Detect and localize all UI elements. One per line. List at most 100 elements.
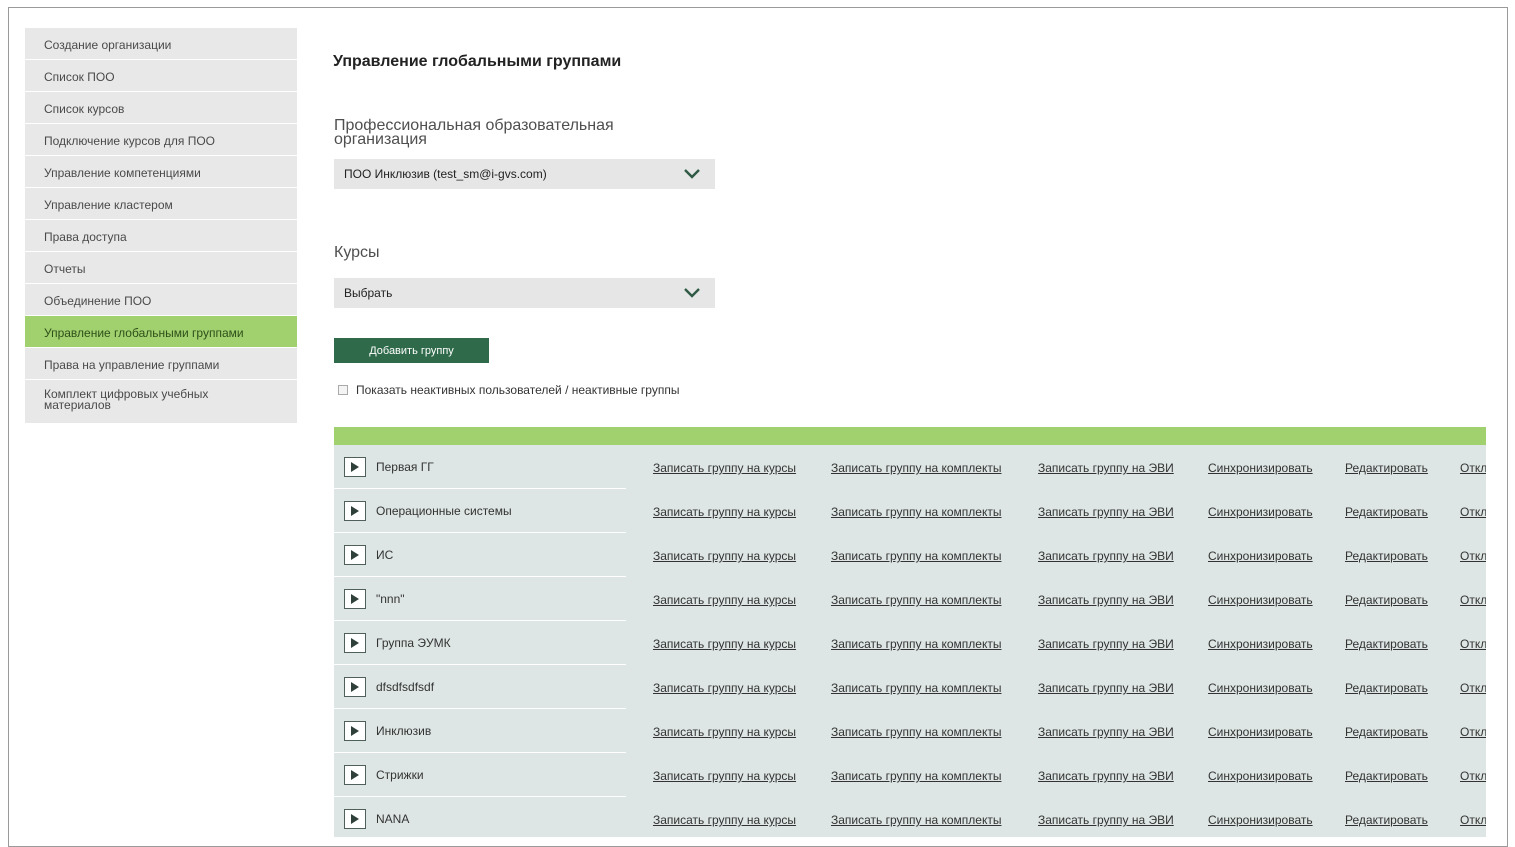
enroll-evi-link[interactable]: Записать группу на ЭВИ: [1038, 769, 1174, 783]
table-row: Стрижки Записать группу на курсы Записать …: [334, 753, 1486, 797]
courses-select[interactable]: Выбрать: [334, 278, 715, 308]
sidebar-item-course-list[interactable]: Список курсов: [25, 92, 297, 124]
org-select[interactable]: ПОО Инклюзив (test_sm@i-gvs.com): [334, 159, 715, 189]
edit-link[interactable]: Редактировать: [1345, 461, 1428, 475]
disable-link[interactable]: Откл: [1460, 725, 1486, 739]
play-icon[interactable]: [344, 589, 366, 609]
disable-link[interactable]: Откл: [1460, 461, 1486, 475]
sync-link[interactable]: Синхронизировать: [1208, 681, 1313, 695]
play-icon[interactable]: [344, 809, 366, 829]
group-name: ИС: [376, 548, 394, 562]
group-name-cell: dfsdfsdfsdf: [334, 665, 626, 709]
show-inactive-toggle[interactable]: Показать неактивных пользователей / неак…: [338, 383, 679, 397]
group-name-cell: Первая ГГ: [334, 445, 626, 489]
table-row: "nnn" Записать группу на курсы Записать гр…: [334, 577, 1486, 621]
edit-link[interactable]: Редактировать: [1345, 637, 1428, 651]
enroll-kits-link[interactable]: Записать группу на комплекты: [831, 505, 1001, 519]
enroll-kits-link[interactable]: Записать группу на комплекты: [831, 813, 1001, 827]
enroll-courses-link[interactable]: Записать группу на курсы: [653, 505, 796, 519]
enroll-evi-link[interactable]: Записать группу на ЭВИ: [1038, 637, 1174, 651]
sync-link[interactable]: Синхронизировать: [1208, 593, 1313, 607]
disable-link[interactable]: Откл: [1460, 549, 1486, 563]
play-icon[interactable]: [344, 501, 366, 521]
groups-table-header: [334, 427, 1486, 445]
sidebar-item-poo-list[interactable]: Список ПОО: [25, 60, 297, 92]
enroll-kits-link[interactable]: Записать группу на комплекты: [831, 725, 1001, 739]
play-icon[interactable]: [344, 545, 366, 565]
enroll-kits-link[interactable]: Записать группу на комплекты: [831, 769, 1001, 783]
edit-link[interactable]: Редактировать: [1345, 813, 1428, 827]
edit-link[interactable]: Редактировать: [1345, 681, 1428, 695]
enroll-evi-link[interactable]: Записать группу на ЭВИ: [1038, 461, 1174, 475]
edit-link[interactable]: Редактировать: [1345, 593, 1428, 607]
group-name-cell: Инклюзив: [334, 709, 626, 753]
sidebar-item-connect-courses[interactable]: Подключение курсов для ПОО: [25, 124, 297, 156]
sidebar-item-group-rights[interactable]: Права на управление группами: [25, 348, 297, 380]
enroll-evi-link[interactable]: Записать группу на ЭВИ: [1038, 813, 1174, 827]
sync-link[interactable]: Синхронизировать: [1208, 637, 1313, 651]
enroll-evi-link[interactable]: Записать группу на ЭВИ: [1038, 593, 1174, 607]
play-icon[interactable]: [344, 765, 366, 785]
enroll-courses-link[interactable]: Записать группу на курсы: [653, 725, 796, 739]
edit-link[interactable]: Редактировать: [1345, 725, 1428, 739]
enroll-courses-link[interactable]: Записать группу на курсы: [653, 637, 796, 651]
sync-link[interactable]: Синхронизировать: [1208, 549, 1313, 563]
sidebar-item-global-groups[interactable]: Управление глобальными группами: [25, 316, 297, 348]
enroll-evi-link[interactable]: Записать группу на ЭВИ: [1038, 549, 1174, 563]
sync-link[interactable]: Синхронизировать: [1208, 725, 1313, 739]
sync-link[interactable]: Синхронизировать: [1208, 813, 1313, 827]
courses-select-label: Курсы: [334, 244, 380, 261]
add-group-button[interactable]: Добавить группу: [334, 338, 489, 363]
play-icon[interactable]: [344, 677, 366, 697]
sidebar-nav: Создание организации Список ПОО Список к…: [25, 28, 297, 424]
enroll-courses-link[interactable]: Записать группу на курсы: [653, 461, 796, 475]
edit-link[interactable]: Редактировать: [1345, 505, 1428, 519]
enroll-kits-link[interactable]: Записать группу на комплекты: [831, 461, 1001, 475]
sidebar-item-reports[interactable]: Отчеты: [25, 252, 297, 284]
table-row: Инклюзив Записать группу на курсы Записать…: [334, 709, 1486, 753]
disable-link[interactable]: Откл: [1460, 505, 1486, 519]
chevron-down-icon: [684, 169, 700, 179]
sidebar-item-create-org[interactable]: Создание организации: [25, 28, 297, 60]
play-icon[interactable]: [344, 721, 366, 741]
disable-link[interactable]: Откл: [1460, 637, 1486, 651]
enroll-evi-link[interactable]: Записать группу на ЭВИ: [1038, 725, 1174, 739]
group-name-cell: NANA: [334, 797, 626, 837]
edit-link[interactable]: Редактировать: [1345, 549, 1428, 563]
courses-select-value: Выбрать: [344, 286, 393, 300]
enroll-courses-link[interactable]: Записать группу на курсы: [653, 549, 796, 563]
show-inactive-label: Показать неактивных пользователей / неак…: [356, 383, 680, 397]
enroll-courses-link[interactable]: Записать группу на курсы: [653, 681, 796, 695]
enroll-kits-link[interactable]: Записать группу на комплекты: [831, 549, 1001, 563]
sidebar-item-merge-poo[interactable]: Объединение ПОО: [25, 284, 297, 316]
enroll-courses-link[interactable]: Записать группу на курсы: [653, 593, 796, 607]
group-name-cell: Стрижки: [334, 753, 626, 797]
play-icon[interactable]: [344, 457, 366, 477]
group-name-cell: ИС: [334, 533, 626, 577]
group-name-cell: Операционные системы: [334, 489, 626, 533]
play-icon[interactable]: [344, 633, 366, 653]
enroll-kits-link[interactable]: Записать группу на комплекты: [831, 637, 1001, 651]
sync-link[interactable]: Синхронизировать: [1208, 461, 1313, 475]
sync-link[interactable]: Синхронизировать: [1208, 505, 1313, 519]
enroll-evi-link[interactable]: Записать группу на ЭВИ: [1038, 681, 1174, 695]
group-name-cell: Группа ЭУМК: [334, 621, 626, 665]
enroll-kits-link[interactable]: Записать группу на комплекты: [831, 593, 1001, 607]
sidebar-item-digital-materials[interactable]: Комплект цифровых учебных материалов: [25, 380, 297, 424]
enroll-courses-link[interactable]: Записать группу на курсы: [653, 769, 796, 783]
group-name-cell: "nnn": [334, 577, 626, 621]
enroll-courses-link[interactable]: Записать группу на курсы: [653, 813, 796, 827]
org-select-value: ПОО Инклюзив (test_sm@i-gvs.com): [344, 167, 547, 181]
disable-link[interactable]: Откл: [1460, 769, 1486, 783]
enroll-evi-link[interactable]: Записать группу на ЭВИ: [1038, 505, 1174, 519]
sync-link[interactable]: Синхронизировать: [1208, 769, 1313, 783]
edit-link[interactable]: Редактировать: [1345, 769, 1428, 783]
disable-link[interactable]: Откл: [1460, 813, 1486, 827]
sidebar-item-competencies[interactable]: Управление компетенциями: [25, 156, 297, 188]
enroll-kits-link[interactable]: Записать группу на комплекты: [831, 681, 1001, 695]
disable-link[interactable]: Откл: [1460, 593, 1486, 607]
disable-link[interactable]: Откл: [1460, 681, 1486, 695]
sidebar-item-access-rights[interactable]: Права доступа: [25, 220, 297, 252]
sidebar-item-cluster[interactable]: Управление кластером: [25, 188, 297, 220]
show-inactive-checkbox[interactable]: [338, 385, 348, 395]
